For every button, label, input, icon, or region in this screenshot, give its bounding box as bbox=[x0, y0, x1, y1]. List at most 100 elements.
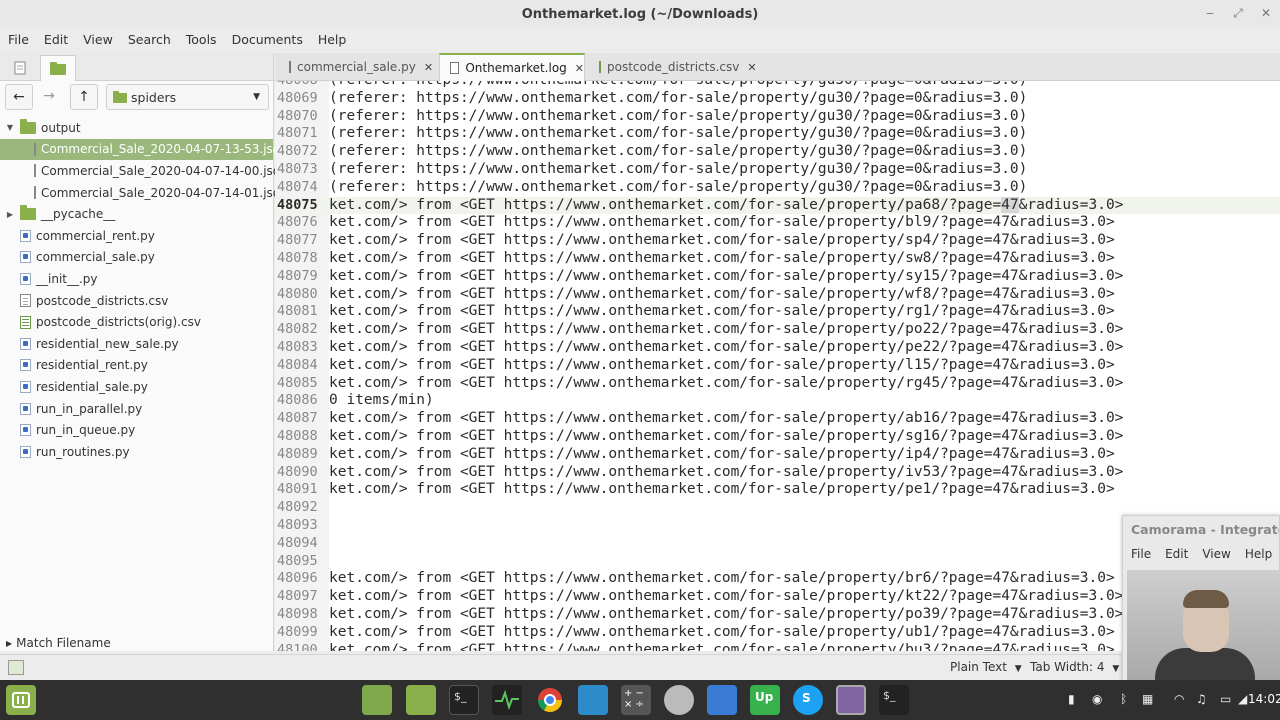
editor-line[interactable]: 48080 ket.com/> from <GET https://www.ont… bbox=[275, 286, 1280, 304]
editor-line[interactable]: 48082 ket.com/> from <GET https://www.ont… bbox=[275, 321, 1280, 339]
tree-item[interactable]: run_routines.py bbox=[0, 441, 273, 463]
tab-onthemarket-log[interactable]: Onthemarket.log ✕ bbox=[439, 53, 585, 81]
upwork-launcher[interactable]: Up bbox=[750, 685, 780, 715]
menu-file[interactable]: File bbox=[8, 32, 29, 47]
tree-item[interactable]: commercial_rent.py bbox=[0, 225, 273, 247]
terminal-launcher-2[interactable]: $_ bbox=[879, 685, 909, 715]
clock[interactable]: 14:02 bbox=[1248, 692, 1280, 706]
editor-line[interactable]: 48071 (referer: https://www.onthemarket.c… bbox=[275, 125, 1280, 143]
editor-line[interactable]: 48073 (referer: https://www.onthemarket.c… bbox=[275, 161, 1280, 179]
files-launcher[interactable] bbox=[362, 685, 392, 715]
volume-icon[interactable]: ◢ bbox=[1238, 692, 1247, 706]
menu-view[interactable]: View bbox=[83, 32, 113, 47]
panel-toggle-icon[interactable] bbox=[8, 660, 24, 675]
tree-item[interactable]: residential_new_sale.py bbox=[0, 333, 273, 355]
xed-launcher[interactable] bbox=[836, 685, 866, 715]
sound-icon[interactable]: ♫ bbox=[1196, 692, 1207, 706]
editor-line[interactable]: 48084 ket.com/> from <GET https://www.ont… bbox=[275, 357, 1280, 375]
editor-line[interactable]: 48079 ket.com/> from <GET https://www.ont… bbox=[275, 268, 1280, 286]
terminal-launcher[interactable]: $_ bbox=[449, 685, 479, 715]
chevron-right-icon[interactable]: ▶ bbox=[4, 210, 16, 219]
camorama-menu-view[interactable]: View bbox=[1202, 547, 1230, 561]
editor-line[interactable]: 48078 ket.com/> from <GET https://www.ont… bbox=[275, 250, 1280, 268]
editor-line[interactable]: 48091 ket.com/> from <GET https://www.ont… bbox=[275, 481, 1280, 499]
tree-item[interactable]: postcode_districts.csv bbox=[0, 290, 273, 312]
selected-text[interactable]: 47 bbox=[1001, 196, 1019, 213]
editor-line[interactable]: 48077 ket.com/> from <GET https://www.ont… bbox=[275, 232, 1280, 250]
folder-select[interactable]: spiders ▼ bbox=[106, 84, 269, 110]
editor-line[interactable]: 48074 (referer: https://www.onthemarket.c… bbox=[275, 179, 1280, 197]
minimize-icon[interactable]: ‒ bbox=[1201, 4, 1219, 22]
tree-item[interactable]: postcode_districts(orig).csv bbox=[0, 311, 273, 333]
camorama-window[interactable]: Camorama - Integrated File Edit View Hel… bbox=[1122, 515, 1280, 681]
close-icon[interactable]: ✕ bbox=[1257, 4, 1275, 22]
editor-line[interactable]: 48075 ket.com/> from <GET https://www.ont… bbox=[275, 196, 1280, 215]
camera-tray-icon[interactable]: ▮ bbox=[1068, 692, 1075, 706]
editor-line[interactable]: 48070 (referer: https://www.onthemarket.c… bbox=[275, 108, 1280, 126]
tree-item[interactable]: Commercial_Sale_2020-04-07-14-00.jsonl bbox=[0, 160, 291, 182]
menu-edit[interactable]: Edit bbox=[44, 32, 68, 47]
match-filename-expander[interactable]: ▶ Match Filename bbox=[6, 636, 111, 650]
editor-line[interactable]: 48090 ket.com/> from <GET https://www.ont… bbox=[275, 464, 1280, 482]
mint-menu-button[interactable] bbox=[6, 685, 36, 715]
editor-line[interactable]: 48083 ket.com/> from <GET https://www.ont… bbox=[275, 339, 1280, 357]
keyboard-layout-icon[interactable]: ▦ bbox=[1142, 692, 1153, 706]
chevron-down-icon[interactable]: ▼ bbox=[4, 123, 16, 132]
editor-line[interactable]: 48076 ket.com/> from <GET https://www.ont… bbox=[275, 214, 1280, 232]
editor-line[interactable]: 48086 0 items/min) bbox=[275, 392, 1280, 410]
editor-line[interactable]: 48088 ket.com/> from <GET https://www.ont… bbox=[275, 428, 1280, 446]
menu-help[interactable]: Help bbox=[318, 32, 347, 47]
tree-item[interactable]: ▶ __pycache__ bbox=[0, 203, 273, 225]
editor-line[interactable]: 48069 (referer: https://www.onthemarket.c… bbox=[275, 90, 1280, 108]
tree-item[interactable]: commercial_sale.py bbox=[0, 247, 273, 269]
menu-documents[interactable]: Documents bbox=[232, 32, 303, 47]
editor-line[interactable]: 48087 ket.com/> from <GET https://www.ont… bbox=[275, 410, 1280, 428]
tree-item[interactable]: run_in_queue.py bbox=[0, 419, 273, 441]
tree-item[interactable]: __init__.py bbox=[0, 268, 273, 290]
tree-item[interactable]: ▼ output bbox=[0, 117, 273, 139]
menu-search[interactable]: Search bbox=[128, 32, 171, 47]
tab-postcode-districts[interactable]: postcode_districts.csv ✕ bbox=[589, 53, 757, 81]
camorama-menu-edit[interactable]: Edit bbox=[1165, 547, 1188, 561]
maximize-icon[interactable]: ⤢ bbox=[1229, 4, 1247, 22]
ide-launcher[interactable] bbox=[578, 685, 608, 715]
webcam-tray-icon[interactable]: ◉ bbox=[1092, 692, 1102, 706]
pidgin-launcher[interactable] bbox=[664, 685, 694, 715]
tree-item[interactable]: residential_sale.py bbox=[0, 376, 273, 398]
editor-line[interactable]: 48072 (referer: https://www.onthemarket.c… bbox=[275, 143, 1280, 161]
close-tab-icon[interactable]: ✕ bbox=[575, 62, 584, 75]
tree-item[interactable]: Commercial_Sale_2020-04-07-13-53.jsonl bbox=[0, 138, 291, 161]
line-text: (referer: https://www.onthemarket.com/fo… bbox=[329, 161, 1028, 177]
line-text: ket.com/> from <GET https://www.onthemar… bbox=[329, 606, 1124, 622]
editor-line[interactable]: 48081 ket.com/> from <GET https://www.ont… bbox=[275, 303, 1280, 321]
editor-line[interactable]: 48089 ket.com/> from <GET https://www.ont… bbox=[275, 446, 1280, 464]
tab-commercial-sale[interactable]: commercial_sale.py ✕ bbox=[279, 53, 433, 81]
file-browser-tab[interactable] bbox=[40, 55, 76, 81]
battery-icon[interactable]: ▭ bbox=[1220, 692, 1231, 706]
editor-line[interactable]: 48068(referer: https://www.onthemarket.c… bbox=[275, 81, 1280, 90]
forward-button[interactable]: → bbox=[35, 84, 63, 110]
camorama-menu-file[interactable]: File bbox=[1131, 547, 1151, 561]
back-button[interactable]: ← bbox=[5, 84, 33, 110]
tab-width-selector[interactable]: Tab Width: 4 ▼ bbox=[1030, 660, 1119, 674]
files-launcher-2[interactable] bbox=[406, 685, 436, 715]
skype-launcher[interactable]: S bbox=[793, 685, 823, 715]
calculator-launcher[interactable]: + − × ÷ bbox=[621, 685, 651, 715]
system-monitor-launcher[interactable] bbox=[492, 685, 522, 715]
screenshot-launcher[interactable] bbox=[707, 685, 737, 715]
up-button[interactable]: ↑ bbox=[70, 84, 98, 110]
menu-tools[interactable]: Tools bbox=[186, 32, 217, 47]
close-tab-icon[interactable]: ✕ bbox=[424, 61, 433, 74]
camorama-menu-help[interactable]: Help bbox=[1245, 547, 1272, 561]
documents-tab[interactable] bbox=[2, 55, 38, 81]
editor-line[interactable]: 48085 ket.com/> from <GET https://www.ont… bbox=[275, 375, 1280, 393]
tree-item[interactable]: run_in_parallel.py bbox=[0, 398, 273, 420]
network-icon[interactable]: ◠ bbox=[1174, 692, 1184, 706]
terminal-icon: $_ bbox=[454, 690, 467, 703]
tree-item[interactable]: residential_rent.py bbox=[0, 355, 273, 377]
bluetooth-icon[interactable]: ᛒ bbox=[1120, 692, 1127, 706]
tree-item[interactable]: Commercial_Sale_2020-04-07-14-01.jsonl bbox=[0, 182, 291, 204]
close-tab-icon[interactable]: ✕ bbox=[747, 61, 756, 74]
language-selector[interactable]: Plain Text ▼ bbox=[950, 660, 1022, 674]
chrome-launcher[interactable] bbox=[535, 685, 565, 715]
